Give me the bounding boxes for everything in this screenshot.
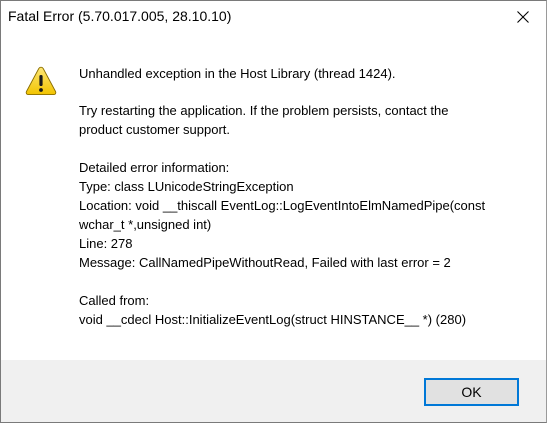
window-title: Fatal Error (5.70.017.005, 28.10.10) xyxy=(8,8,232,24)
title-bar[interactable]: Fatal Error (5.70.017.005, 28.10.10) xyxy=(1,1,546,32)
headline-text: Unhandled exception in the Host Library … xyxy=(79,66,396,81)
restart-advice-line-2: product customer support. xyxy=(79,122,231,137)
ok-button[interactable]: OK xyxy=(424,378,519,406)
error-location-line-1: Location: void __thiscall EventLog::LogE… xyxy=(79,198,486,213)
called-from-function: void __cdecl Host::InitializeEventLog(st… xyxy=(79,312,467,327)
dialog-content: Unhandled exception in the Host Library … xyxy=(1,32,546,360)
restart-advice-line-1: Try restarting the application. If the p… xyxy=(79,103,449,118)
called-from-header: Called from: xyxy=(79,293,150,308)
close-button[interactable] xyxy=(500,1,546,32)
error-message: Message: CallNamedPipeWithoutRead, Faile… xyxy=(79,255,451,270)
error-line-number: Line: 278 xyxy=(79,236,133,251)
error-location-line-2: wchar_t *,unsigned int) xyxy=(79,217,212,232)
error-type: Type: class LUnicodeStringException xyxy=(79,179,294,194)
error-dialog: Fatal Error (5.70.017.005, 28.10.10) Unh… xyxy=(0,0,547,423)
button-bar: OK xyxy=(1,360,546,422)
close-icon xyxy=(517,10,529,23)
warning-icon xyxy=(25,66,57,96)
details-header: Detailed error information: xyxy=(79,160,230,175)
